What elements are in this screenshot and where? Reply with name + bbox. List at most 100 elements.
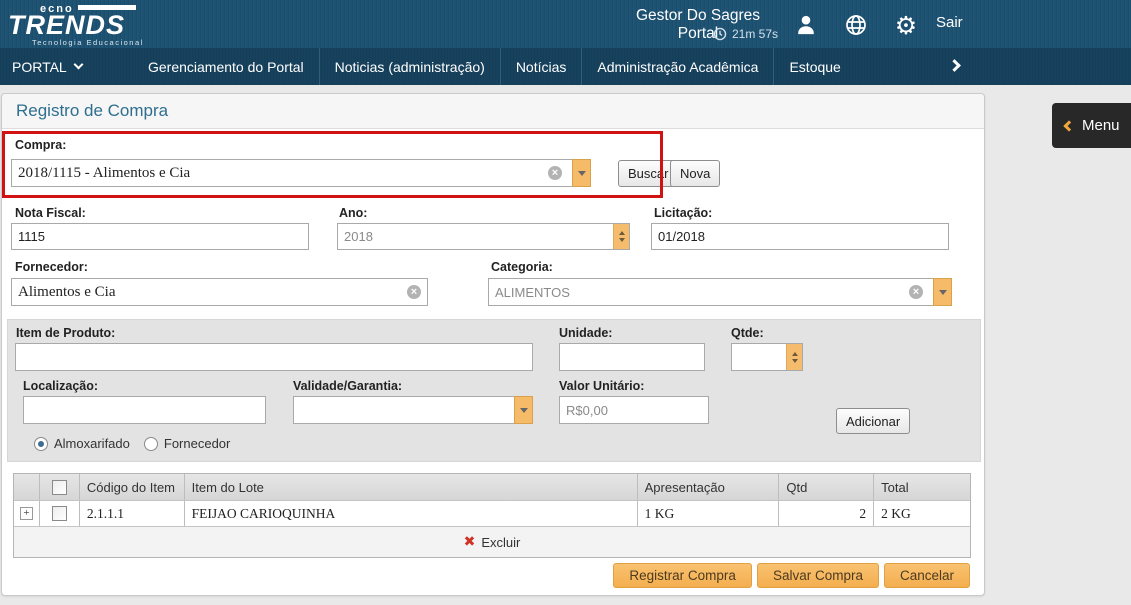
registro-compra-panel: Registro de Compra Compra: 2018/1115 - A… bbox=[1, 93, 985, 596]
unidade-label: Unidade: bbox=[559, 326, 613, 340]
header-qtd[interactable]: Qtd bbox=[779, 474, 875, 500]
expand-row-icon[interactable] bbox=[19, 507, 33, 520]
logo-main-text: TRENDS bbox=[8, 10, 126, 40]
radio-almoxarifado[interactable]: Almoxarifado bbox=[34, 436, 130, 451]
qtde-label: Qtde: bbox=[731, 326, 764, 340]
cell-codigo: 2.1.1.1 bbox=[80, 501, 185, 526]
nota-fiscal-input[interactable]: 1115 bbox=[11, 223, 309, 250]
unidade-input[interactable] bbox=[559, 343, 705, 371]
ano-value: 2018 bbox=[344, 229, 373, 244]
cell-total: 2 KG bbox=[881, 505, 911, 521]
radio-unselected-icon[interactable] bbox=[143, 436, 158, 451]
excluir-button[interactable]: Excluir bbox=[14, 526, 970, 557]
nav-item-gerenciamento[interactable]: Gerenciamento do Portal bbox=[133, 48, 320, 85]
header-item-lote[interactable]: Item do Lote bbox=[185, 474, 638, 500]
destino-radio-group: Almoxarifado Fornecedor bbox=[34, 436, 230, 451]
delete-x-icon bbox=[464, 534, 476, 550]
chevron-down-icon bbox=[73, 59, 84, 70]
clock-icon bbox=[713, 27, 727, 41]
qtde-input[interactable] bbox=[731, 343, 803, 371]
compra-value: 2018/1115 - Alimentos e Cia bbox=[18, 164, 191, 181]
triangle-down-icon bbox=[577, 170, 586, 176]
table-header-row: Código do Item Item do Lote Apresentação… bbox=[14, 474, 970, 500]
radio-fornecedor[interactable]: Fornecedor bbox=[143, 436, 231, 451]
excluir-label: Excluir bbox=[481, 534, 521, 550]
categoria-combobox[interactable]: ALIMENTOS bbox=[488, 278, 952, 306]
nav-item-administracao-academica[interactable]: Administração Acadêmica bbox=[582, 48, 775, 85]
panel-header: Registro de Compra bbox=[2, 94, 984, 129]
registrar-compra-button[interactable]: Registrar Compra bbox=[613, 563, 752, 588]
spinner-down-icon bbox=[618, 238, 625, 242]
localizacao-label: Localização: bbox=[23, 379, 99, 393]
ano-spinner[interactable] bbox=[613, 224, 629, 249]
clear-icon[interactable] bbox=[548, 166, 562, 180]
select-all-checkbox[interactable] bbox=[51, 479, 67, 495]
nav-item-estoque[interactable]: Estoque bbox=[774, 48, 855, 85]
logout-link[interactable]: Sair bbox=[936, 14, 963, 31]
valor-unitario-value: R$0,00 bbox=[566, 402, 608, 418]
select-all-cell bbox=[40, 474, 80, 500]
session-timer: 21m 57s bbox=[618, 27, 778, 41]
expand-header-cell bbox=[14, 474, 40, 500]
portal-dropdown[interactable]: PORTAL bbox=[12, 48, 84, 85]
items-table: Código do Item Item do Lote Apresentação… bbox=[13, 473, 971, 558]
dropdown-arrow-button[interactable] bbox=[514, 396, 533, 424]
salvar-compra-button[interactable]: Salvar Compra bbox=[756, 563, 879, 588]
expand-cell bbox=[14, 501, 40, 526]
cell-apresentacao: 1 KG bbox=[638, 501, 780, 526]
adicionar-button[interactable]: Adicionar bbox=[836, 408, 911, 434]
radio-almoxarifado-label: Almoxarifado bbox=[54, 436, 130, 451]
nova-button[interactable]: Nova bbox=[670, 160, 721, 187]
nav-item-noticias-admin[interactable]: Noticias (administração) bbox=[320, 48, 501, 85]
logo-tagline: Tecnologia Educacional bbox=[32, 38, 144, 47]
header-apresentacao[interactable]: Apresentação bbox=[638, 474, 780, 500]
validade-dropdown[interactable] bbox=[293, 396, 533, 424]
compra-label: Compra: bbox=[15, 138, 67, 152]
validade-label: Validade/Garantia: bbox=[293, 379, 403, 393]
dropdown-arrow-button[interactable] bbox=[572, 159, 591, 187]
compra-combobox[interactable]: 2018/1115 - Alimentos e Cia bbox=[11, 159, 591, 187]
nav-item-noticias[interactable]: Notícias bbox=[501, 48, 583, 85]
valor-unitario-input[interactable]: R$0,00 bbox=[559, 396, 709, 424]
form-actions: Registrar Compra Salvar Compra Cancelar bbox=[613, 563, 970, 588]
header-total[interactable]: Total bbox=[874, 474, 970, 500]
item-produto-label: Item de Produto: bbox=[16, 326, 116, 340]
menu-button[interactable]: Menu bbox=[1052, 103, 1131, 148]
localizacao-input[interactable] bbox=[23, 396, 266, 424]
spinner-up-icon bbox=[791, 351, 798, 356]
row-checkbox[interactable] bbox=[51, 506, 67, 521]
app-window: ecno TRENDS Tecnologia Educacional Gesto… bbox=[0, 0, 1131, 605]
page-title: Registro de Compra bbox=[16, 101, 169, 120]
triangle-down-icon bbox=[519, 407, 528, 413]
user-icon[interactable] bbox=[793, 12, 819, 38]
item-produto-input[interactable] bbox=[15, 343, 533, 371]
dropdown-arrow-button[interactable] bbox=[933, 278, 952, 306]
header-codigo[interactable]: Código do Item bbox=[80, 474, 185, 500]
licitacao-input[interactable]: 01/2018 bbox=[651, 223, 949, 250]
clear-icon[interactable] bbox=[407, 285, 421, 299]
ano-input[interactable]: 2018 bbox=[337, 223, 630, 250]
radio-fornecedor-label: Fornecedor bbox=[163, 436, 231, 451]
radio-selected-icon[interactable] bbox=[34, 436, 48, 451]
categoria-value: ALIMENTOS bbox=[495, 284, 570, 300]
chevron-right-icon bbox=[948, 59, 961, 72]
table-row: 2.1.1.1 FEIJAO CARIOQUINHA 1 KG 2 2 KG bbox=[14, 500, 970, 526]
valor-unitario-label: Valor Unitário: bbox=[559, 379, 645, 393]
gear-icon[interactable] bbox=[893, 12, 919, 38]
categoria-label: Categoria: bbox=[491, 260, 553, 274]
clear-icon[interactable] bbox=[909, 285, 923, 299]
row-select-cell bbox=[40, 501, 80, 526]
item-entry-section: Item de Produto: Unidade: Qtde: Localiza… bbox=[7, 319, 981, 462]
ano-label: Ano: bbox=[339, 206, 368, 220]
nav-scroll-right-button[interactable] bbox=[948, 57, 970, 77]
nav-items: Gerenciamento do Portal Noticias (admini… bbox=[133, 48, 856, 85]
top-header-bar: ecno TRENDS Tecnologia Educacional Gesto… bbox=[0, 0, 1131, 48]
menu-button-label: Menu bbox=[1082, 117, 1120, 134]
qtde-spinner[interactable] bbox=[786, 344, 802, 370]
cancelar-button[interactable]: Cancelar bbox=[883, 563, 970, 588]
fornecedor-label: Fornecedor: bbox=[15, 260, 88, 274]
licitacao-label: Licitação: bbox=[654, 206, 713, 220]
fornecedor-input[interactable]: Alimentos e Cia bbox=[11, 278, 428, 306]
main-navbar: PORTAL Gerenciamento do Portal Noticias … bbox=[0, 48, 1131, 85]
globe-icon[interactable] bbox=[843, 12, 869, 38]
